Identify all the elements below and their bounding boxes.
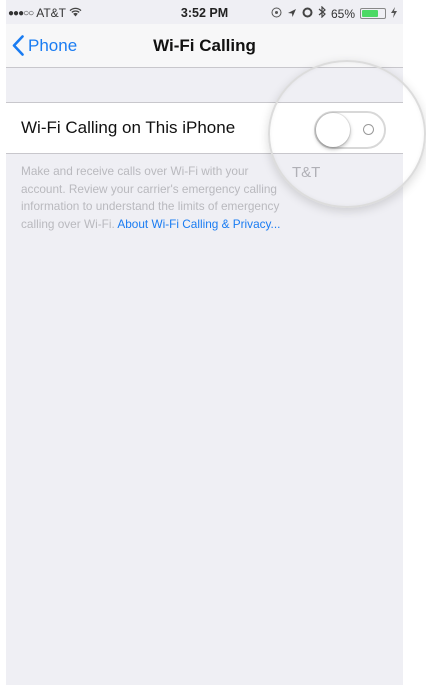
location-icon	[271, 7, 282, 21]
charging-icon	[391, 6, 397, 21]
wifi-calling-toggle[interactable]	[314, 111, 386, 149]
toggle-off-indicator-icon	[363, 124, 374, 135]
description-line-4: calling over Wi-Fi. About Wi-Fi Calling …	[21, 216, 351, 234]
status-icons: 65%	[271, 5, 397, 21]
privacy-link[interactable]: About Wi-Fi Calling & Privacy...	[117, 217, 280, 231]
navigation-bar: Phone Wi-Fi Calling	[6, 24, 403, 68]
description-line-4-text: calling over Wi-Fi.	[21, 216, 118, 231]
status-bar: ●●●○○ AT&T 3:52 PM 65%	[6, 0, 403, 24]
battery-icon	[360, 8, 386, 19]
magnified-text: T&T	[292, 164, 321, 181]
description-line-3: information to understand the limits of …	[21, 199, 280, 213]
page-title: Wi-Fi Calling	[153, 36, 256, 55]
alarm-icon	[287, 7, 297, 21]
toggle-knob	[316, 113, 350, 147]
battery-percent: 65%	[330, 6, 355, 21]
screen: ●●●○○ AT&T 3:52 PM 65% Phone Wi-Fi Calli…	[6, 0, 403, 685]
bluetooth-icon	[318, 5, 326, 21]
lock-rotation-icon	[302, 7, 313, 21]
wifi-calling-label: Wi-Fi Calling on This iPhone	[21, 118, 236, 137]
description-line-2: account. Review your carrier's emergency…	[21, 181, 277, 196]
wifi-calling-row: Wi-Fi Calling on This iPhone	[6, 102, 403, 154]
